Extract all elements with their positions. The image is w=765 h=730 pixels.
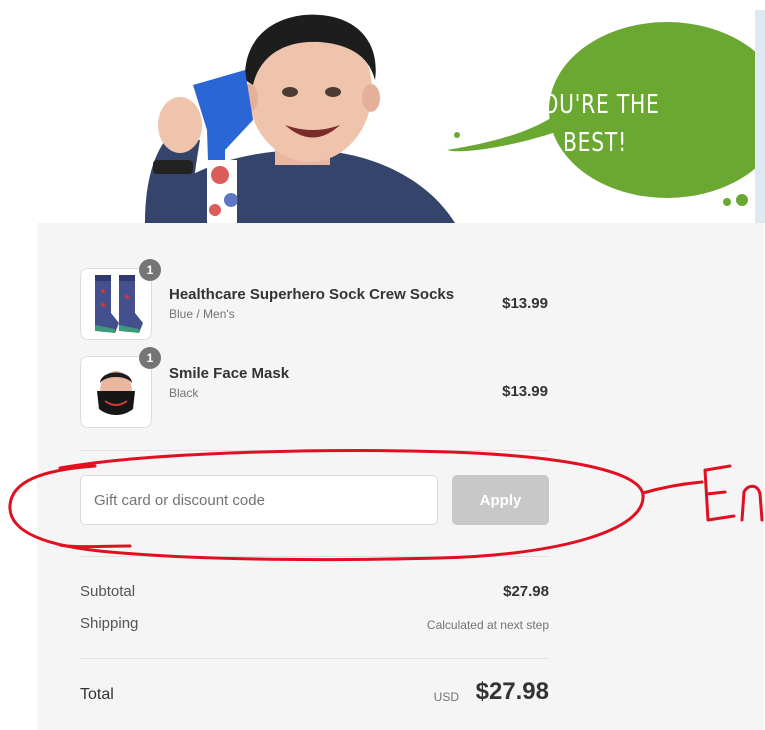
total-label: Total	[80, 686, 114, 703]
item-name: Smile Face Mask	[169, 365, 290, 382]
divider	[80, 450, 549, 451]
product-thumbnail	[80, 268, 152, 340]
item-variant: Blue / Men's	[169, 307, 235, 321]
divider	[80, 556, 549, 557]
quantity-badge: 1	[139, 259, 161, 281]
promo-banner: YOU'RE THE BEST!	[37, 10, 764, 223]
banner-edge	[755, 10, 765, 223]
item-price: $13.99	[502, 295, 548, 312]
shipping-value: Calculated at next step	[426, 618, 549, 632]
item-name: Healthcare Superhero Sock Crew Socks	[169, 286, 455, 303]
subtotal-label: Subtotal	[80, 583, 136, 600]
currency-code: USD	[433, 690, 459, 704]
quantity-badge: 1	[139, 347, 161, 369]
socks-image	[81, 269, 151, 339]
item-variant: Black	[169, 386, 199, 400]
speech-bubble-text: YOU'RE THE BEST!	[521, 86, 669, 162]
subtotal-value: $27.98	[503, 583, 549, 600]
speech-bubble-line-2: BEST!	[562, 128, 628, 158]
item-price: $13.99	[502, 383, 548, 400]
apply-discount-button[interactable]: Apply	[452, 475, 549, 525]
shipping-label: Shipping	[80, 615, 139, 632]
line-item: 1 Healthcare Superhero Sock Crew Socks B…	[80, 259, 550, 340]
product-thumbnail	[80, 356, 152, 428]
divider	[80, 658, 549, 659]
discount-code-input[interactable]	[80, 475, 438, 525]
line-item: 1 Smile Face Mask Black $13.99	[80, 347, 550, 428]
speech-bubble-line-1: YOU'RE THE	[530, 90, 660, 120]
face-mask-image	[81, 357, 151, 427]
total-value: $27.98	[475, 678, 549, 705]
